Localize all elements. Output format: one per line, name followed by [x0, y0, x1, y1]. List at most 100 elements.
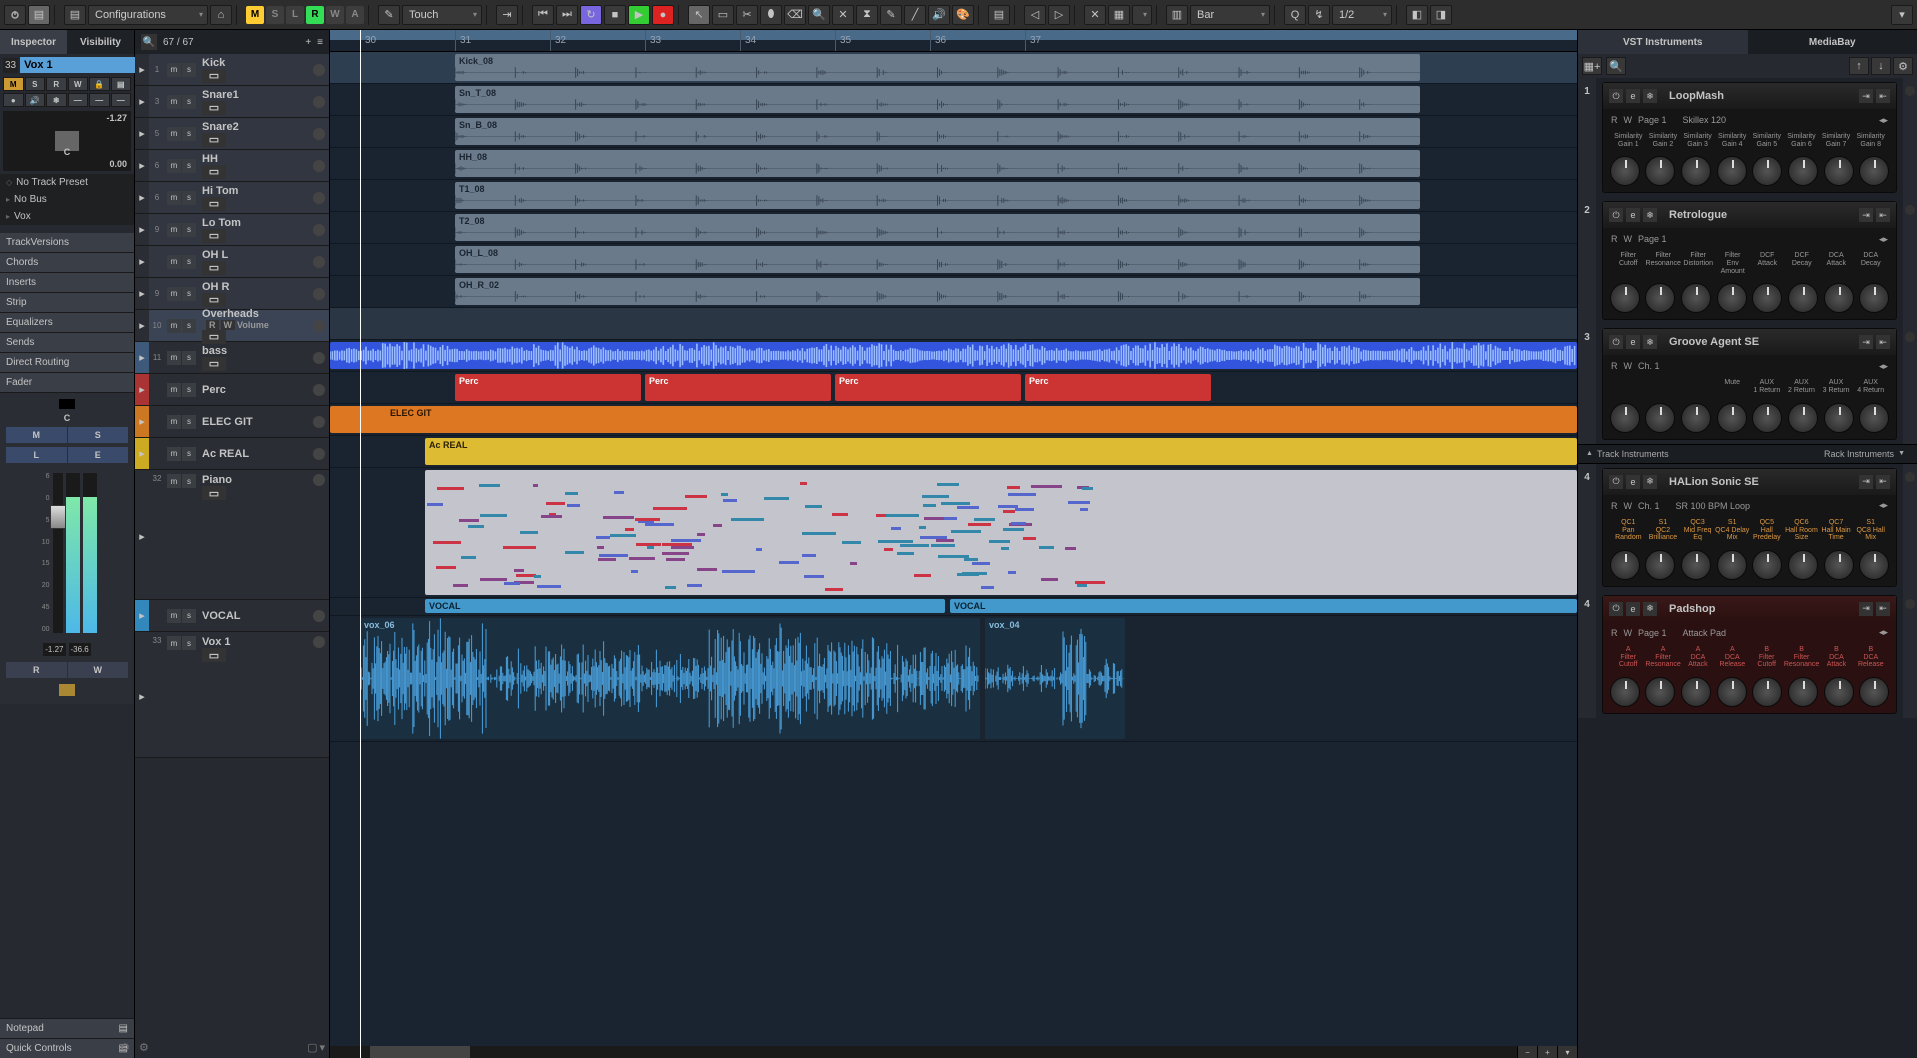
track-rec[interactable]	[313, 416, 325, 428]
preset-nav-icon[interactable]: ◂▸	[1879, 234, 1888, 245]
track-solo[interactable]: s	[182, 191, 196, 205]
track-rec[interactable]	[313, 256, 325, 268]
track-expand-icon[interactable]: ▸	[135, 54, 149, 85]
chan-write[interactable]: W	[68, 662, 129, 678]
page-label[interactable]: Page 1	[1638, 628, 1667, 638]
param-knob[interactable]	[1610, 403, 1640, 433]
inst-input-icon[interactable]: ⇥	[1859, 89, 1873, 103]
color-tool[interactable]: 🎨	[952, 5, 974, 25]
preset-nav-icon[interactable]: ◂▸	[1879, 627, 1888, 638]
listen-toggle[interactable]: L	[286, 6, 304, 24]
inst-input-icon[interactable]: ⇥	[1859, 208, 1873, 222]
track-lane[interactable]: HH_08	[330, 148, 1577, 180]
inst-edit-icon[interactable]: e	[1626, 335, 1640, 349]
track-lane[interactable]: T1_08	[330, 180, 1577, 212]
param-knob[interactable]	[1788, 283, 1818, 313]
audio-clip[interactable]	[330, 342, 1577, 369]
play-button[interactable]: ▶	[628, 5, 650, 25]
grid-type-icon[interactable]: ▥	[1166, 5, 1188, 25]
track-row[interactable]: ▸ 33 m s Vox 1▭	[135, 632, 329, 758]
glue-tool[interactable]: ⬮	[760, 5, 782, 25]
track-expand-icon[interactable]: ▸	[135, 474, 149, 599]
param-knob[interactable]	[1752, 550, 1782, 580]
inst-power-icon[interactable]: ⏻	[1609, 208, 1623, 222]
preset-nav-icon[interactable]: ◂▸	[1879, 500, 1888, 511]
write-toggle[interactable]: W	[326, 6, 344, 24]
insp-freeze[interactable]: ❄	[46, 93, 67, 107]
param-knob[interactable]	[1788, 403, 1818, 433]
track-row[interactable]: ▸ 32 m s Piano▭	[135, 470, 329, 600]
chan-m[interactable]: M	[6, 427, 67, 443]
track-solo[interactable]: s	[182, 636, 196, 650]
track-lane[interactable]: VOCALVOCAL	[330, 598, 1577, 616]
audio-clip[interactable]: Perc	[1025, 374, 1211, 401]
track-rec[interactable]	[313, 128, 325, 140]
instrument-name[interactable]: Padshop	[1663, 603, 1853, 615]
track-lane[interactable]: Ac REAL	[330, 436, 1577, 468]
rack-up-icon[interactable]: ↑	[1849, 57, 1869, 75]
track-chevron[interactable]: ▾	[319, 1041, 325, 1054]
track-lane[interactable]	[330, 468, 1577, 598]
insp-lock[interactable]: 🔒	[89, 77, 110, 91]
home-icon[interactable]: ⌂	[210, 5, 232, 25]
rack-divider[interactable]: ▲Track InstrumentsRack Instruments▼	[1578, 444, 1917, 464]
param-knob[interactable]	[1717, 283, 1747, 313]
slot-collapse-icon[interactable]	[1905, 332, 1915, 342]
preset-name[interactable]: Skillex 120	[1683, 115, 1727, 125]
filter-icon[interactable]: ≡	[317, 37, 323, 48]
rw-w-icon[interactable]: W	[1624, 628, 1633, 638]
midi-clip[interactable]	[425, 470, 1577, 595]
sect-strip[interactable]: Strip	[0, 293, 134, 313]
folder-clip[interactable]: VOCAL	[425, 599, 945, 613]
insp-x3[interactable]: —	[111, 93, 132, 107]
play-tool[interactable]: 🔊	[928, 5, 950, 25]
track-expand-icon[interactable]: ▸	[135, 310, 149, 341]
track-solo[interactable]: s	[182, 447, 196, 461]
track-lane[interactable]: ELEC GIT	[330, 404, 1577, 436]
add-track-icon[interactable]: +	[305, 37, 311, 48]
audio-clip[interactable]: Perc	[455, 374, 641, 401]
insp-x1[interactable]: —	[68, 93, 89, 107]
track-lane[interactable]: OH_L_08	[330, 244, 1577, 276]
insp-mon[interactable]: 🔊	[25, 93, 46, 107]
fader-handle[interactable]	[50, 505, 66, 529]
track-solo[interactable]: s	[182, 63, 196, 77]
mute-toggle[interactable]: M	[246, 6, 264, 24]
track-mute[interactable]: m	[167, 127, 181, 141]
track-row[interactable]: ▸ 6 m s HH▭	[135, 150, 329, 182]
rack-down-icon[interactable]: ↓	[1871, 57, 1891, 75]
param-knob[interactable]	[1788, 550, 1818, 580]
param-knob[interactable]	[1859, 403, 1889, 433]
folder-clip[interactable]: Ac REAL	[425, 438, 1577, 465]
rw-r-icon[interactable]: R	[1611, 234, 1618, 244]
file-icon[interactable]: ▤	[64, 5, 86, 25]
insp-rec[interactable]: ●	[3, 93, 24, 107]
sect-eq[interactable]: Equalizers	[0, 313, 134, 333]
param-knob[interactable]	[1681, 550, 1711, 580]
track-row[interactable]: ▸ 10 m s OverheadsRWVolume▭	[135, 310, 329, 342]
inst-power-icon[interactable]: ⏻	[1609, 475, 1623, 489]
mediabay-tab[interactable]: MediaBay	[1748, 30, 1917, 54]
param-knob[interactable]	[1610, 156, 1640, 186]
snap-button[interactable]: ✕	[1084, 5, 1106, 25]
instrument-name[interactable]: Retrologue	[1663, 209, 1853, 221]
sect-routing[interactable]: Direct Routing	[0, 353, 134, 373]
inst-output-icon[interactable]: ⇤	[1876, 602, 1890, 616]
track-solo[interactable]: s	[182, 474, 196, 488]
track-rec[interactable]	[313, 448, 325, 460]
inst-input-icon[interactable]: ⇥	[1859, 335, 1873, 349]
insp-m[interactable]: M	[3, 77, 24, 91]
track-mute[interactable]: m	[167, 287, 181, 301]
add-track-inst-icon[interactable]: ▦+	[1582, 57, 1602, 75]
timewarp-tool[interactable]: ⧗	[856, 5, 878, 25]
track-solo[interactable]: s	[182, 415, 196, 429]
track-rec[interactable]	[313, 192, 325, 204]
autoscroll-button[interactable]: ⇥	[496, 5, 518, 25]
instrument-name[interactable]: LoopMash	[1663, 90, 1853, 102]
scrollbar-thumb[interactable]	[370, 1046, 470, 1058]
track-lane[interactable]	[330, 340, 1577, 372]
automation-icon[interactable]: ✎	[378, 5, 400, 25]
track-mute[interactable]: m	[167, 415, 181, 429]
inst-input-icon[interactable]: ⇥	[1859, 475, 1873, 489]
track-mute[interactable]: m	[167, 447, 181, 461]
